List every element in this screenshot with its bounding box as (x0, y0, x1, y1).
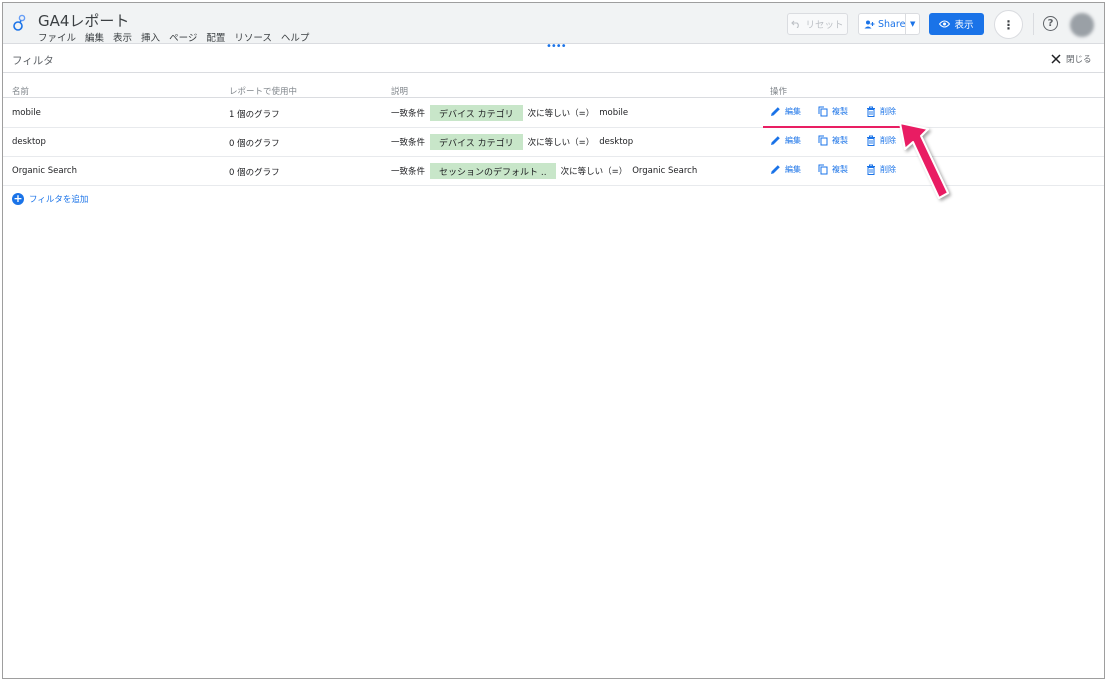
column-header-actions: 操作 (770, 87, 788, 97)
operator-label: 次に等しい（=） (527, 109, 595, 119)
menu-insert[interactable]: 挿入 (141, 30, 160, 44)
condition-label: 一致条件 (391, 138, 426, 148)
top-bar: GA4レポート ファイル 編集 表示 挿入 ページ 配置 リソース ヘルプ リセ… (3, 3, 1104, 44)
menu-view[interactable]: 表示 (113, 30, 132, 44)
toolbar-divider (1033, 13, 1034, 35)
menu-edit[interactable]: 編集 (85, 30, 104, 44)
reset-label: リセット (805, 20, 844, 31)
share-main[interactable]: Share (859, 14, 907, 34)
pencil-icon (771, 136, 780, 145)
edit-button[interactable]: 編集 (770, 164, 818, 175)
menu-help[interactable]: ヘルプ (281, 30, 310, 44)
value-label: mobile (599, 108, 629, 118)
condition-label: 一致条件 (391, 167, 426, 177)
table-header: 名前 レポートで使用中 説明 操作 (3, 78, 1104, 98)
copy-icon (818, 164, 828, 175)
copy-button[interactable]: 複製 (818, 135, 866, 146)
filter-description: 一致条件 デバイス カテゴリ 次に等しい（=） desktop (391, 134, 633, 150)
panel-header: フィルタ 閉じる (3, 45, 1104, 73)
close-icon (1051, 54, 1061, 64)
condition-label: 一致条件 (391, 109, 426, 119)
share-dropdown-chevron-down-icon[interactable]: ▼ (906, 20, 919, 28)
share-label: Share (878, 18, 906, 30)
edit-button[interactable]: 編集 (770, 135, 818, 146)
column-header-description: 説明 (391, 87, 409, 97)
view-label: 表示 (954, 20, 974, 31)
filter-name: mobile (12, 108, 41, 118)
dimension-chip: セッションのデフォルト .. (430, 163, 556, 179)
more-options-icon[interactable]: ⋮ (994, 10, 1023, 39)
operator-label: 次に等しい（=） (527, 138, 595, 148)
annotation-arrow-icon (899, 122, 949, 199)
reset-button[interactable]: リセット (787, 13, 848, 35)
copy-label: 複製 (832, 136, 848, 145)
column-header-usage: レポートで使用中 (229, 87, 298, 97)
copy-button[interactable]: 複製 (818, 106, 866, 117)
filter-name: desktop (12, 137, 46, 147)
view-button[interactable]: 表示 (929, 13, 984, 35)
operator-label: 次に等しい（=） (560, 167, 628, 177)
add-circle-icon: + (12, 192, 24, 205)
edit-button[interactable]: 編集 (770, 106, 818, 117)
pencil-icon (771, 107, 780, 116)
panel-title: フィルタ (12, 55, 54, 67)
value-label: desktop (599, 137, 634, 147)
edit-label: 編集 (785, 107, 801, 116)
pencil-icon (771, 165, 780, 174)
annotation-underline (763, 126, 900, 128)
copy-label: 複製 (832, 165, 848, 174)
filter-usage: 0 個のグラフ (229, 139, 280, 149)
copy-button[interactable]: 複製 (818, 164, 866, 175)
filter-description: 一致条件 デバイス カテゴリ 次に等しい（=） mobile (391, 105, 628, 121)
menu-page[interactable]: ページ (169, 30, 197, 44)
dimension-chip: デバイス カテゴリ (430, 105, 523, 121)
avatar[interactable] (1070, 13, 1094, 37)
close-button[interactable]: 閉じる (1051, 53, 1092, 65)
filter-name: Organic Search (12, 166, 77, 176)
filter-description: 一致条件 セッションのデフォルト .. 次に等しい（=） Organic Sea… (391, 163, 697, 179)
menu-arrange[interactable]: 配置 (206, 30, 225, 44)
add-filter-button[interactable]: + フィルタを追加 (12, 193, 88, 205)
copy-icon (818, 106, 828, 117)
add-filter-label: フィルタを追加 (29, 195, 89, 205)
dimension-chip: デバイス カテゴリ (430, 134, 523, 150)
close-label: 閉じる (1066, 55, 1092, 65)
menu-file[interactable]: ファイル (38, 30, 76, 44)
trash-icon (867, 164, 875, 175)
help-icon[interactable]: ? (1043, 16, 1058, 31)
report-title[interactable]: GA4レポート (38, 10, 129, 31)
trash-icon (867, 106, 875, 117)
copy-icon (818, 135, 828, 146)
filter-usage: 0 個のグラフ (229, 168, 280, 178)
edit-label: 編集 (785, 136, 801, 145)
copy-label: 複製 (832, 107, 848, 116)
edit-label: 編集 (785, 165, 801, 174)
looker-studio-logo-icon[interactable] (13, 14, 27, 32)
trash-icon (867, 135, 875, 146)
undo-icon (791, 20, 800, 28)
app-window: GA4レポート ファイル 編集 表示 挿入 ページ 配置 リソース ヘルプ リセ… (2, 2, 1105, 679)
add-person-icon (864, 20, 875, 28)
share-button[interactable]: Share ▼ (858, 13, 920, 35)
filter-usage: 1 個のグラフ (229, 110, 280, 120)
menu-bar: ファイル 編集 表示 挿入 ページ 配置 リソース ヘルプ (38, 30, 309, 44)
menu-resource[interactable]: リソース (234, 30, 272, 44)
column-header-name: 名前 (12, 87, 30, 97)
eye-icon (939, 20, 951, 28)
value-label: Organic Search (632, 166, 698, 176)
